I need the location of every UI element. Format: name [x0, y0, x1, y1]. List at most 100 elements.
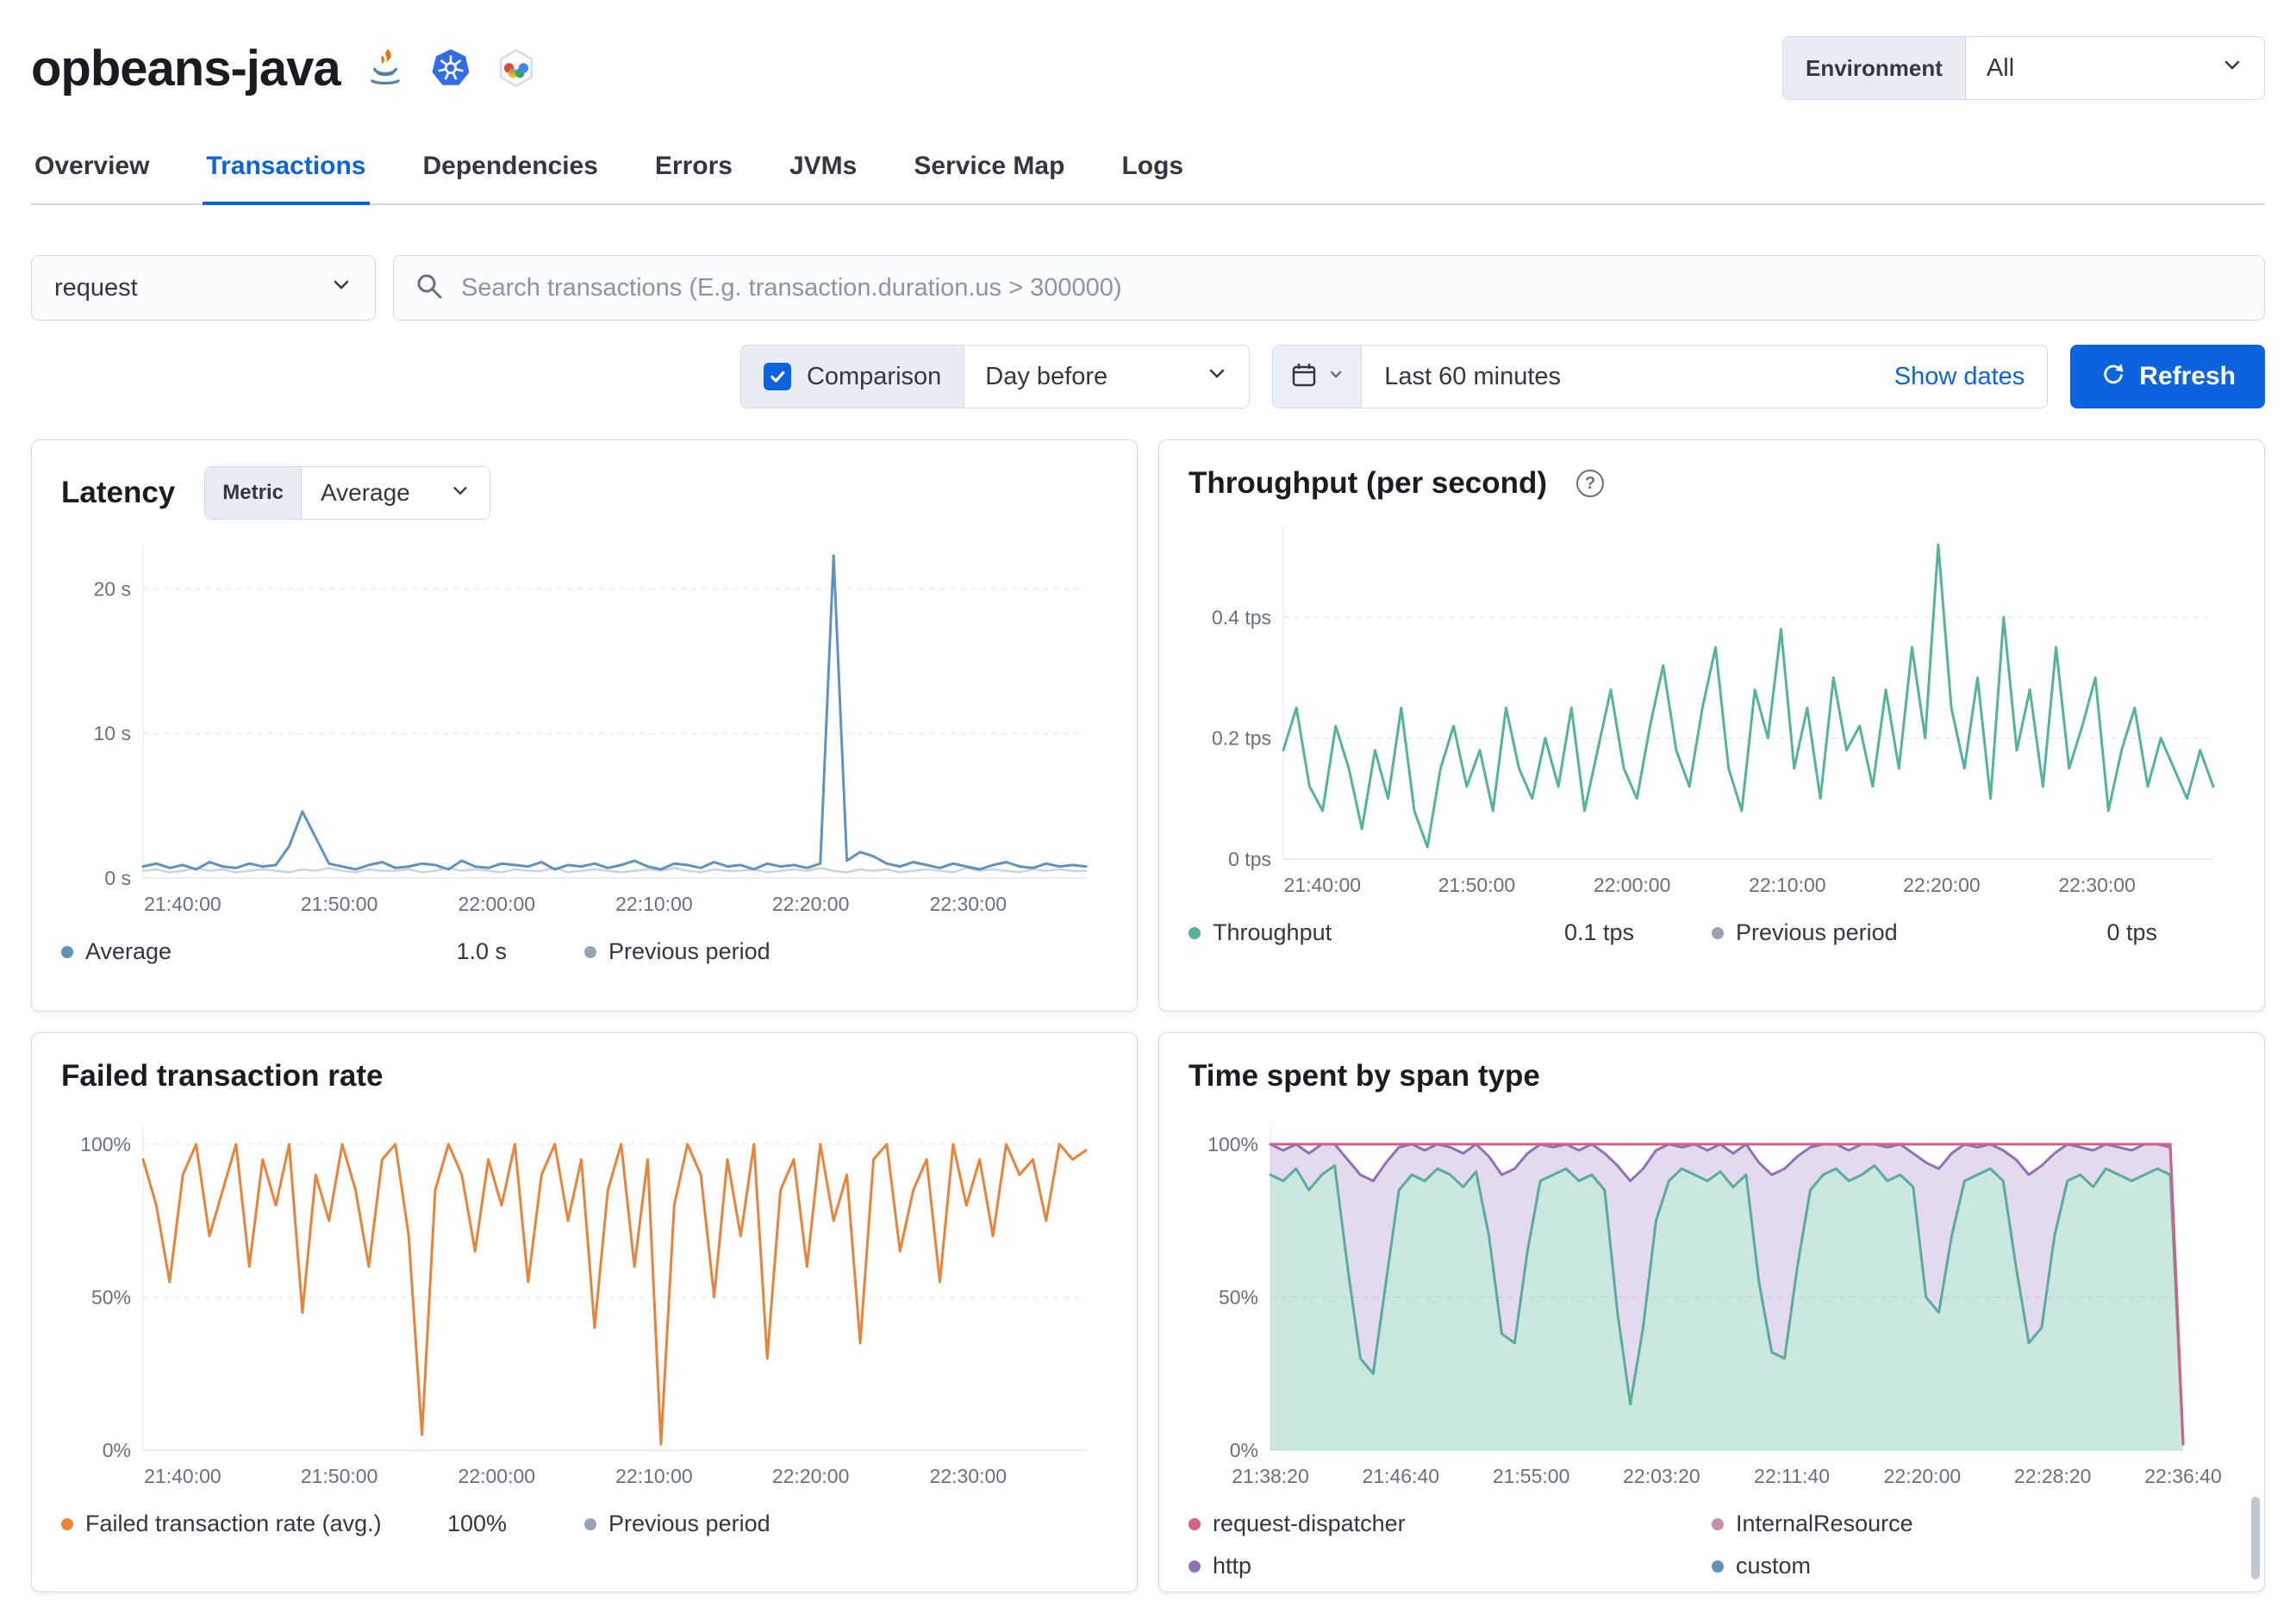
- legend-item-average[interactable]: Average 1.0 s: [61, 938, 584, 965]
- svg-text:21:55:00: 21:55:00: [1493, 1465, 1570, 1487]
- legend-dot-icon: [1189, 1517, 1201, 1530]
- tab-logs[interactable]: Logs: [1118, 140, 1187, 205]
- tab-jvms[interactable]: JVMs: [786, 140, 860, 205]
- chevron-down-icon: [2221, 53, 2243, 83]
- svg-text:22:00:00: 22:00:00: [1594, 874, 1671, 896]
- svg-text:21:46:40: 21:46:40: [1363, 1465, 1440, 1487]
- title-row: opbeans-java Environment All: [31, 29, 2265, 107]
- tabs: Overview Transactions Dependencies Errors JV…: [31, 140, 2265, 205]
- svg-text:22:20:00: 22:20:00: [1903, 874, 1981, 896]
- panel-title: Latency: [61, 476, 176, 509]
- legend-label: Average: [85, 938, 172, 964]
- throughput-panel: Throughput (per second) ? 0 tps 0.2 tps 0.…: [1158, 439, 2265, 1012]
- svg-text:22:20:00: 22:20:00: [772, 893, 850, 915]
- chevron-down-icon: [450, 479, 471, 507]
- tab-overview[interactable]: Overview: [31, 140, 153, 205]
- comparison-control: Comparison Day before: [739, 345, 1251, 408]
- legend-value: 1.0 s: [456, 938, 507, 964]
- legend-value: 0 tps: [2106, 919, 2157, 945]
- java-icon: [365, 47, 406, 89]
- kubernetes-icon: [430, 47, 471, 89]
- search-icon: [415, 271, 444, 305]
- span-type-panel: Time spent by span type 0% 50% 100% 21:38:2…: [1158, 1032, 2265, 1592]
- legend-dot-icon: [1712, 1517, 1724, 1530]
- svg-text:22:36:40: 22:36:40: [2144, 1465, 2222, 1487]
- legend-item-failed-transaction-rate-avg[interactable]: Failed transaction rate (avg.) 100%: [61, 1511, 584, 1537]
- svg-text:100%: 100%: [1207, 1133, 1258, 1156]
- svg-text:20 s: 20 s: [94, 577, 131, 600]
- legend-item-http[interactable]: http: [1189, 1553, 1712, 1579]
- metric-select[interactable]: Average: [301, 467, 490, 519]
- comparison-value: Day before: [985, 362, 1108, 390]
- panel-title: Time spent by span type: [1189, 1059, 1540, 1093]
- legend-dot-icon: [1712, 926, 1724, 939]
- tab-transactions[interactable]: Transactions: [203, 140, 370, 205]
- transaction-type-value: request: [54, 273, 138, 302]
- transaction-type-select[interactable]: request: [31, 255, 376, 321]
- legend-dot-icon: [584, 945, 596, 958]
- scrollbar-thumb[interactable]: [2251, 1497, 2260, 1579]
- refresh-label: Refresh: [2139, 362, 2236, 390]
- page-title: opbeans-java: [31, 40, 341, 97]
- failed-rate-panel: Failed transaction rate 0% 50% 100% 21:40:0…: [31, 1032, 1138, 1592]
- tab-service-map[interactable]: Service Map: [910, 140, 1068, 205]
- legend-label: InternalResource: [1736, 1511, 1913, 1536]
- legend-dot-icon: [1712, 1560, 1724, 1573]
- latency-chart[interactable]: 0 s 10 s 20 s 21:40:00 21:50:00 22:00:00 22:10…: [61, 532, 1107, 921]
- legend-dot-icon: [61, 945, 73, 958]
- date-picker: Last 60 minutes Show dates: [1272, 345, 2049, 408]
- refresh-icon: [2099, 360, 2125, 393]
- svg-text:0.2 tps: 0.2 tps: [1212, 727, 1271, 750]
- svg-text:22:10:00: 22:10:00: [615, 1465, 693, 1487]
- time-range-value[interactable]: Last 60 minutes: [1362, 363, 1871, 391]
- legend-item-previous-period[interactable]: Previous period: [584, 938, 1107, 965]
- show-dates-link[interactable]: Show dates: [1872, 363, 2048, 391]
- svg-text:50%: 50%: [1219, 1286, 1258, 1308]
- legend-label: Previous period: [1736, 919, 1898, 945]
- chart-panels: Latency Metric Average 0 s 10 s 20 s 21:40:…: [0, 408, 2296, 1592]
- legend-dot-icon: [584, 1517, 596, 1530]
- comparison-label: Comparison: [806, 362, 942, 390]
- legend-item-request-dispatcher[interactable]: request-dispatcher: [1189, 1511, 1712, 1537]
- calendar-button[interactable]: [1273, 346, 1363, 408]
- svg-text:22:20:00: 22:20:00: [1884, 1465, 1962, 1487]
- tab-errors[interactable]: Errors: [652, 140, 736, 205]
- svg-text:10 s: 10 s: [94, 722, 131, 744]
- svg-text:100%: 100%: [80, 1133, 131, 1156]
- environment-label: Environment: [1783, 37, 1966, 99]
- svg-text:22:30:00: 22:30:00: [2058, 874, 2136, 896]
- legend-item-previous-period[interactable]: Previous period 0 tps: [1712, 919, 2235, 946]
- legend-label: Throughput: [1213, 919, 1332, 945]
- search-input[interactable]: [459, 272, 2243, 303]
- metric-label: Metric: [205, 467, 302, 519]
- legend-item-custom[interactable]: custom: [1712, 1553, 2235, 1579]
- metric-control: Metric Average: [204, 466, 490, 520]
- help-icon[interactable]: ?: [1576, 470, 1605, 497]
- svg-text:21:40:00: 21:40:00: [144, 893, 221, 915]
- chevron-down-icon: [1206, 362, 1228, 391]
- refresh-button[interactable]: Refresh: [2070, 345, 2265, 408]
- legend-item-internalresource[interactable]: InternalResource: [1712, 1511, 2235, 1537]
- throughput-chart[interactable]: 0 tps 0.2 tps 0.4 tps 21:40:00 21:50:00 22:00…: [1189, 513, 2235, 902]
- svg-text:21:50:00: 21:50:00: [301, 893, 378, 915]
- legend-item-previous-period[interactable]: Previous period: [584, 1511, 1107, 1537]
- failed-rate-chart[interactable]: 0% 50% 100% 21:40:00 21:50:00 22:00:00 22:10:0…: [61, 1109, 1107, 1493]
- environment-value: All: [1986, 53, 2015, 82]
- comparison-label-group: Comparison: [740, 346, 965, 408]
- legend-item-throughput[interactable]: Throughput 0.1 tps: [1189, 919, 1712, 946]
- environment-select[interactable]: All: [1966, 37, 2264, 99]
- comparison-select[interactable]: Day before: [964, 346, 1250, 408]
- legend-label: custom: [1736, 1553, 1812, 1579]
- comparison-checkbox[interactable]: [763, 363, 791, 390]
- environment-control: Environment All: [1782, 36, 2265, 100]
- panel-title: Failed transaction rate: [61, 1059, 384, 1093]
- legend-value: 0.1 tps: [1563, 919, 1634, 945]
- tab-dependencies[interactable]: Dependencies: [420, 140, 602, 205]
- throughput-legend: Throughput 0.1 tps Previous period 0 tps: [1189, 919, 2235, 946]
- svg-text:21:50:00: 21:50:00: [1438, 874, 1516, 896]
- page-header: opbeans-java Environment All Overview Tr…: [0, 0, 2296, 205]
- svg-text:22:20:00: 22:20:00: [772, 1465, 850, 1487]
- failed-rate-legend: Failed transaction rate (avg.) 100% Previo…: [61, 1511, 1107, 1537]
- span-type-chart[interactable]: 0% 50% 100% 21:38:20 21:46:40 21:55:00 22:03:2…: [1189, 1109, 2235, 1493]
- span-type-legend: request-dispatcher InternalResource http cu…: [1189, 1511, 2235, 1579]
